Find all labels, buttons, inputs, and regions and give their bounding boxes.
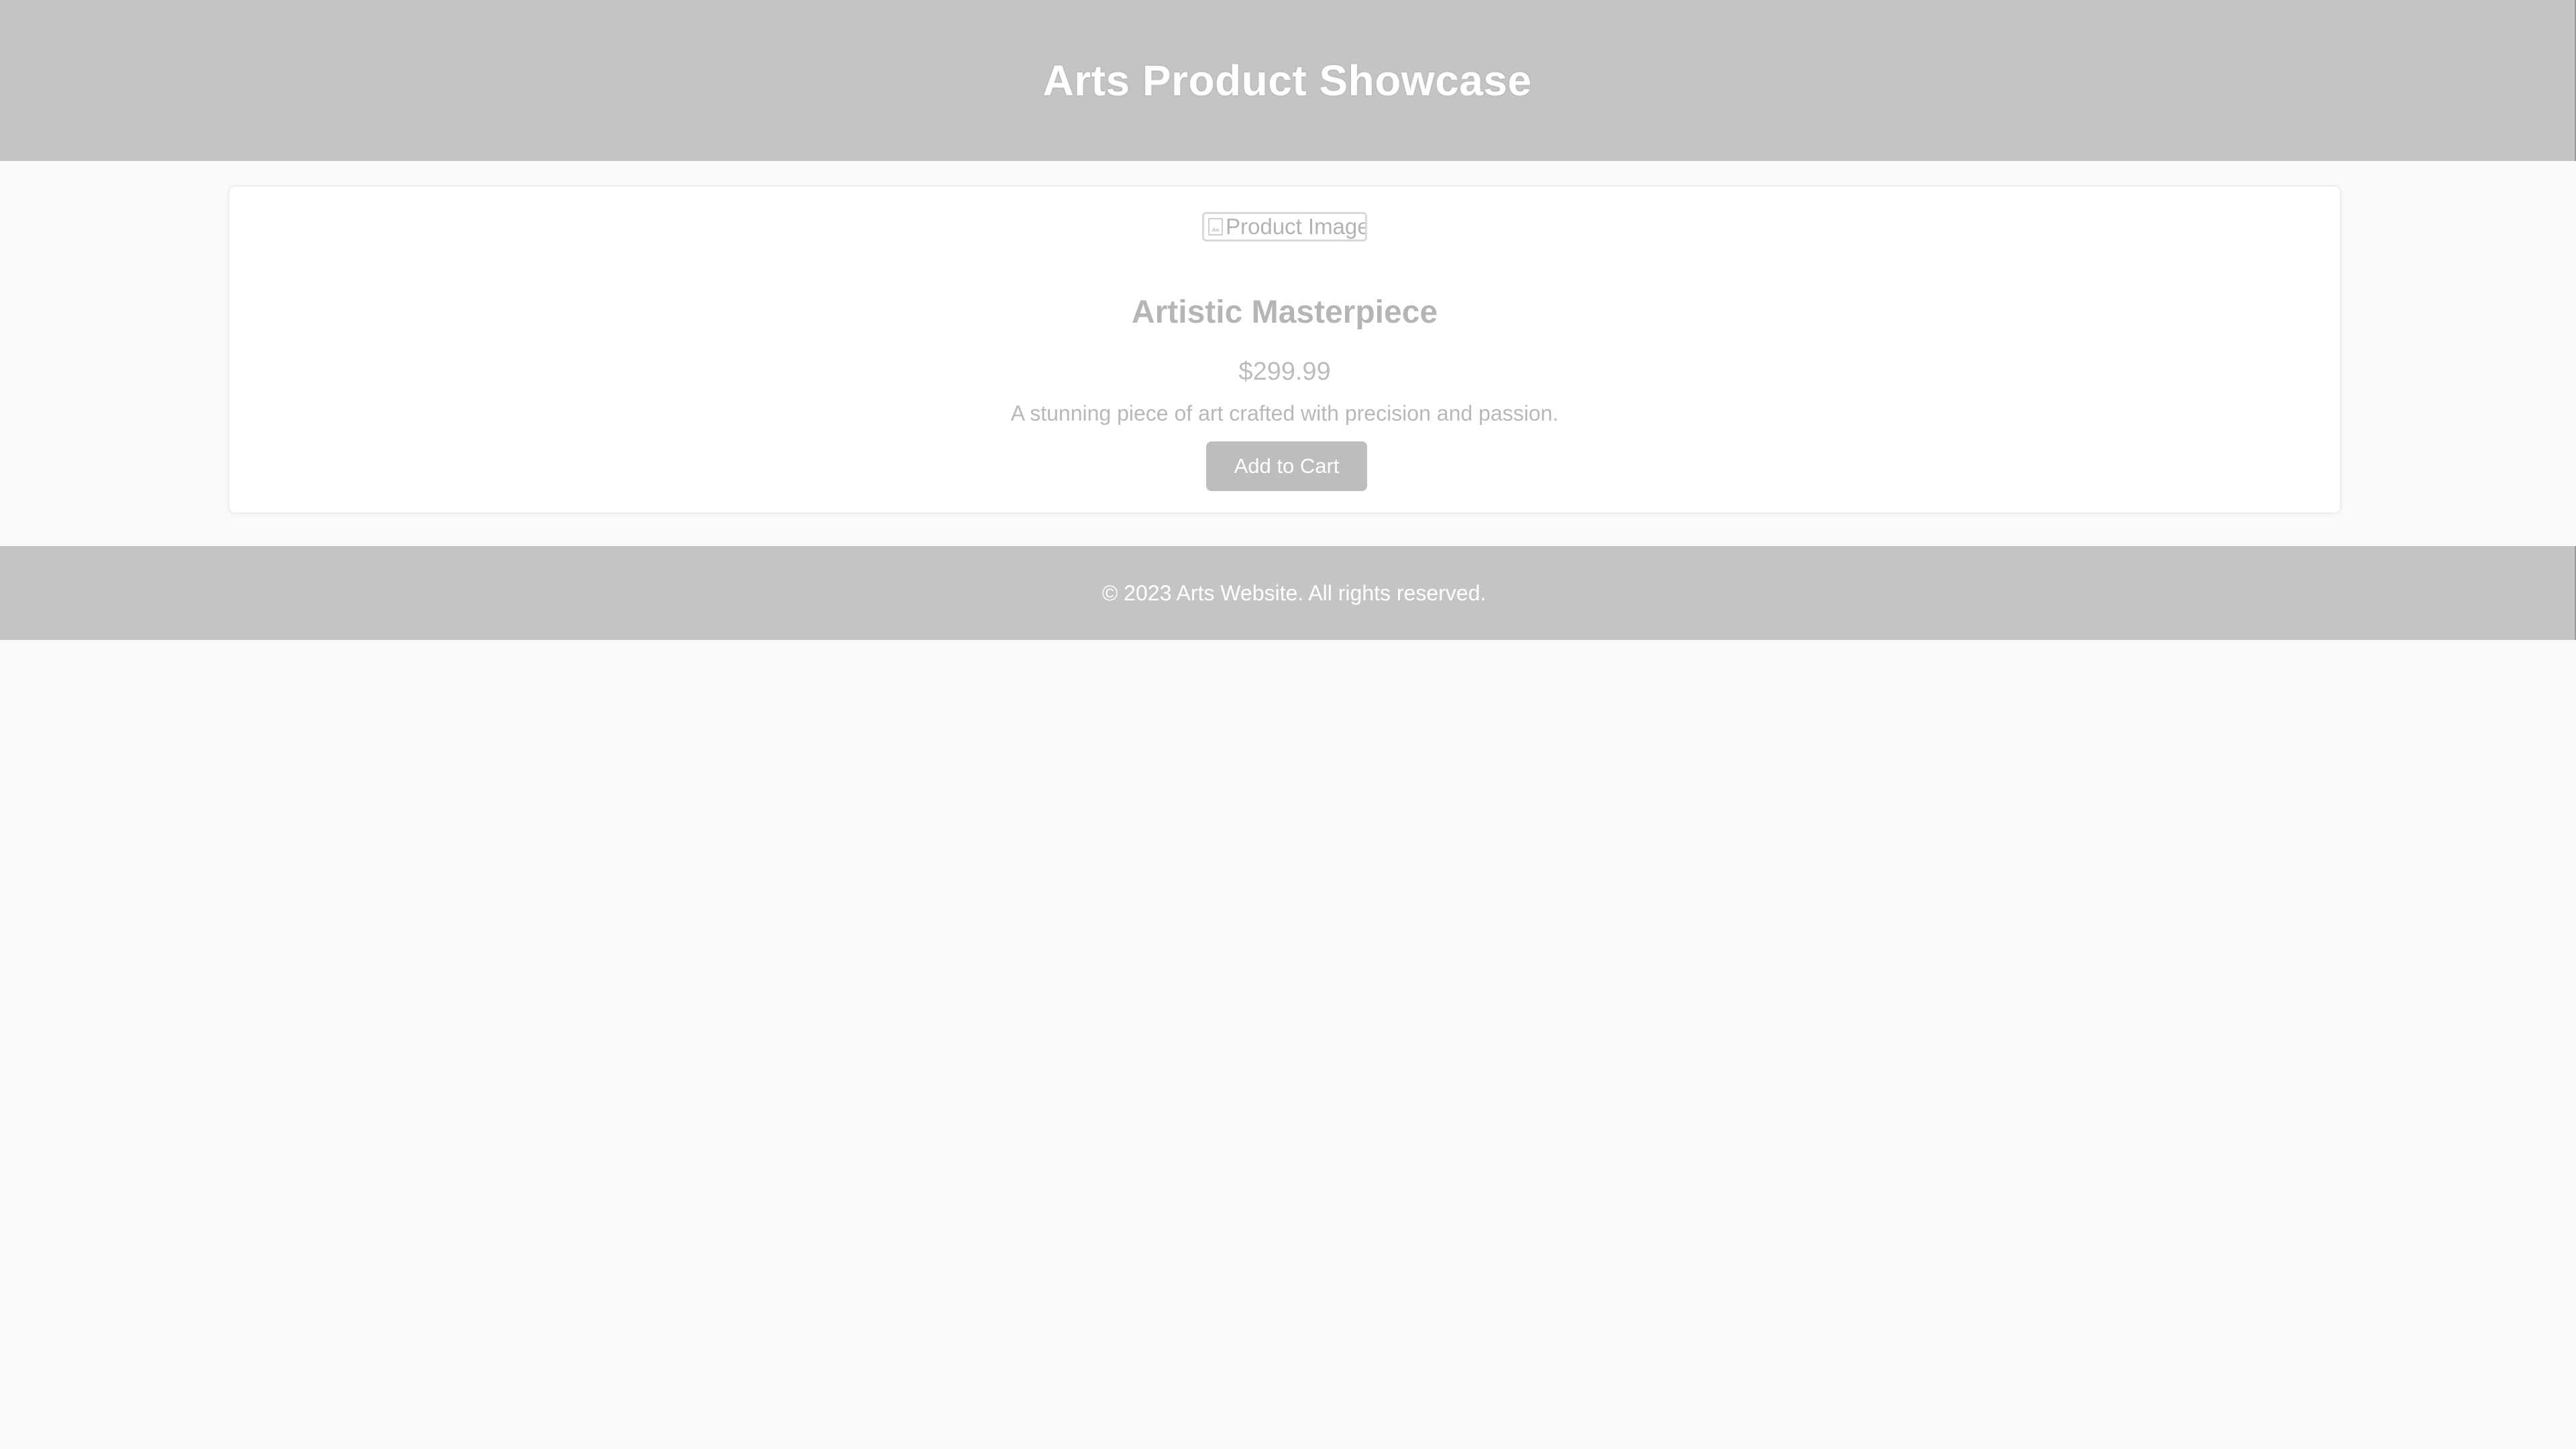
page: Arts Product Showcase Product Image Arti… (0, 0, 2576, 1449)
product-image: Product Image (1202, 212, 1367, 241)
add-to-cart-button[interactable]: Add to Cart (1206, 441, 1367, 491)
main-content: Product Image Artistic Masterpiece $299.… (0, 161, 2576, 546)
site-footer: © 2023 Arts Website. All rights reserved… (0, 546, 2576, 640)
product-image-alt-text: Product Image (1226, 214, 1367, 239)
site-header: Arts Product Showcase (0, 0, 2576, 161)
footer-copyright: © 2023 Arts Website. All rights reserved… (1102, 580, 1487, 605)
product-description: A stunning piece of art crafted with pre… (1010, 401, 1559, 425)
product-title: Artistic Masterpiece (1131, 294, 1438, 330)
product-card: Product Image Artistic Masterpiece $299.… (228, 185, 2341, 514)
product-price: $299.99 (1238, 358, 1331, 386)
page-title: Arts Product Showcase (1042, 56, 1532, 105)
broken-image-icon (1208, 218, 1223, 235)
